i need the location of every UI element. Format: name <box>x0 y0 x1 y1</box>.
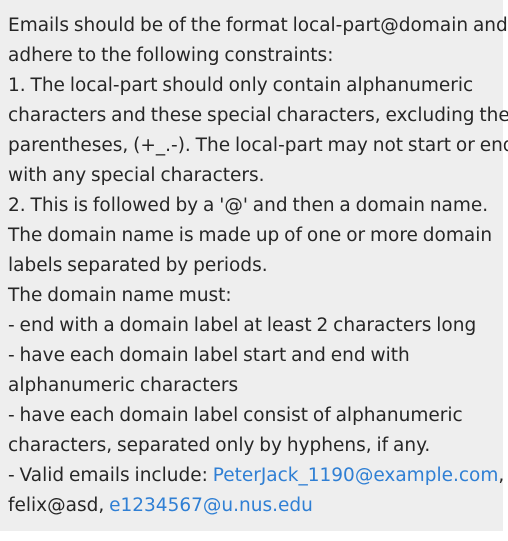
help-text-line: - end with a domain label at least 2 cha… <box>8 315 477 336</box>
help-text-line: with any special characters. <box>8 165 265 186</box>
example-separator: , <box>498 465 505 486</box>
help-text-line: - have each domain label consist of alph… <box>8 405 463 426</box>
help-text-line: Emails should be of the format local-par… <box>8 15 508 36</box>
help-text-line: - have each domain label start and end w… <box>8 345 410 366</box>
example-email-link[interactable]: PeterJack_1190@example.com <box>213 465 499 486</box>
valid-examples-line: - Valid emails include: PeterJack_1190@e… <box>8 461 504 491</box>
help-text-line: parentheses, (+_.-). The local-part may … <box>8 135 508 156</box>
example-email-link[interactable]: e1234567@u.nus.edu <box>109 495 313 516</box>
help-text-line: characters and these special characters,… <box>8 105 508 126</box>
email-format-help-panel: Emails should be of the format local-par… <box>0 0 508 531</box>
help-text-line: characters, separated only by hyphens, i… <box>8 435 431 456</box>
example-separator: , <box>98 495 110 516</box>
example-email-text: felix@asd <box>8 495 99 516</box>
help-text-line: 1. The local-part should only contain al… <box>8 75 474 96</box>
valid-examples-prefix: - Valid emails include: <box>8 465 213 486</box>
help-text-line: 2. This is followed by a '@' and then a … <box>8 195 489 216</box>
valid-examples-line: felix@asd, e1234567@u.nus.edu <box>8 491 495 521</box>
help-text-line: adhere to the following constraints: <box>8 45 334 66</box>
help-text-line: The domain name must: <box>8 285 232 306</box>
help-text-line: labels separated by periods. <box>8 255 268 276</box>
help-text-line: alphanumeric characters <box>8 375 239 396</box>
help-text-line: The domain name is made up of one or mor… <box>8 225 493 246</box>
